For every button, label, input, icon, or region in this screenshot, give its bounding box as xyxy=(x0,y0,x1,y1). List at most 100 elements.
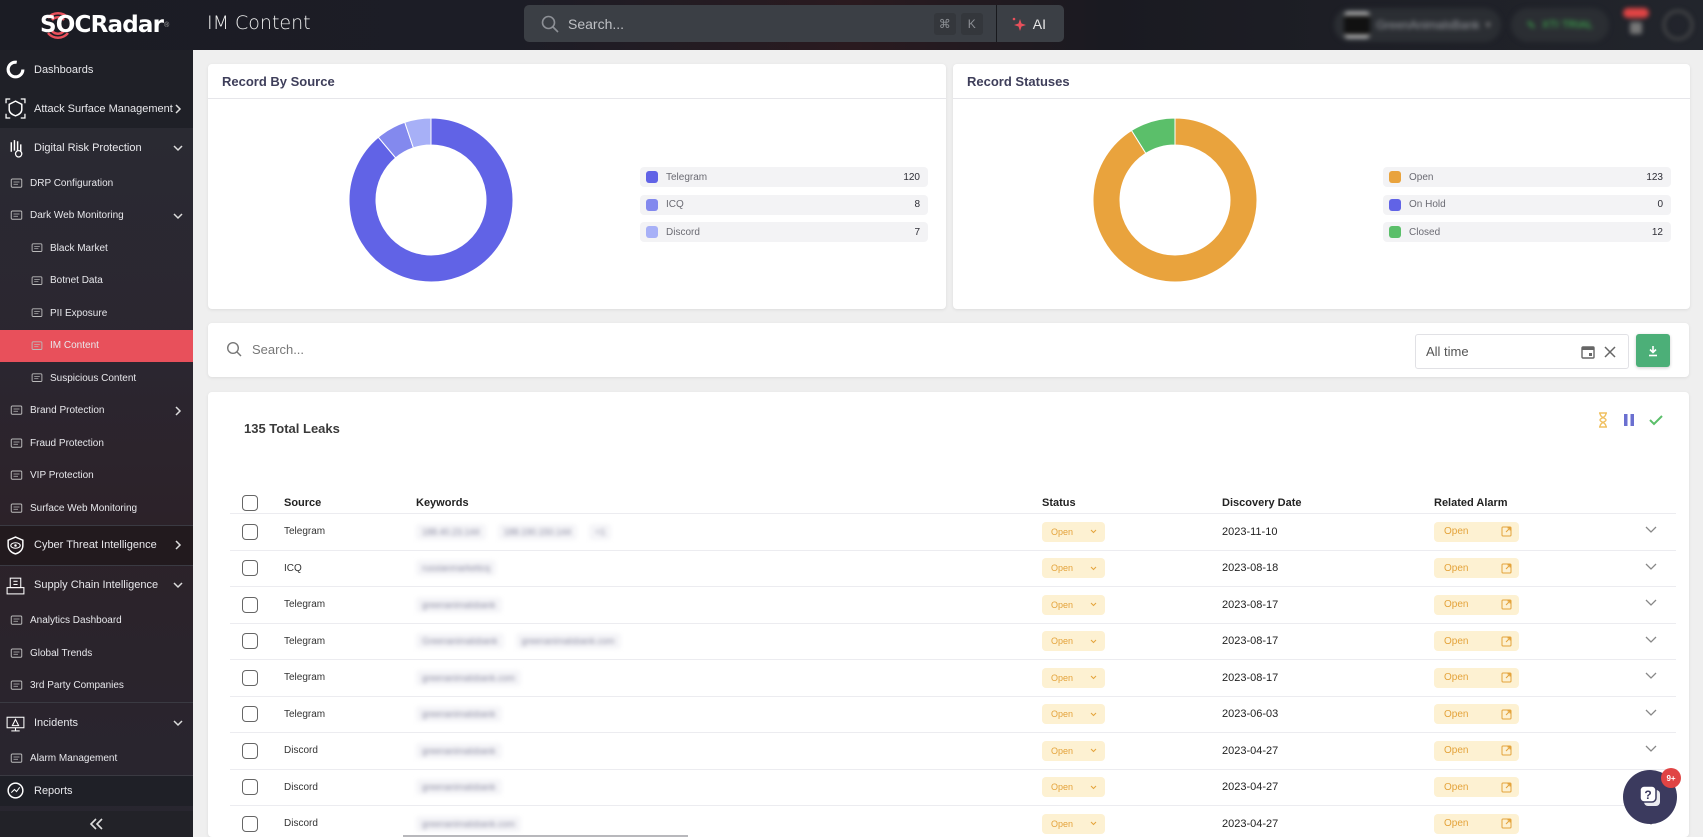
sidebar-item-incidents[interactable]: Incidents xyxy=(0,703,193,742)
related-alarm-link[interactable]: Open xyxy=(1434,521,1519,542)
select-all-checkbox[interactable] xyxy=(242,494,258,511)
status-dropdown[interactable]: Open xyxy=(1042,740,1105,761)
expand-row-button[interactable] xyxy=(1645,745,1657,756)
sidebar-item-supply-chain-intelligence[interactable]: Supply Chain Intelligence xyxy=(0,566,193,605)
trial-badge[interactable]: ✎ XTI TRIAL xyxy=(1510,8,1609,42)
column-related-alarm[interactable]: Related Alarm xyxy=(1434,497,1508,509)
sidebar-item-digital-risk-protection[interactable]: Digital Risk Protection xyxy=(0,128,193,167)
table-row[interactable]: ICQ russianmarketicq Open 2023-08-18 Open xyxy=(230,551,1676,587)
org-selector[interactable]: GreenAnimalsBank ▾ xyxy=(1334,8,1501,42)
sidebar-item-botnet-data[interactable]: Botnet Data xyxy=(0,265,193,298)
related-alarm-link[interactable]: Open xyxy=(1434,813,1519,834)
sidebar-item-suspicious-content[interactable]: Suspicious Content xyxy=(0,362,193,395)
related-alarm-link[interactable]: Open xyxy=(1434,667,1519,688)
row-checkbox[interactable] xyxy=(242,815,258,832)
global-search[interactable]: Search... ⌘ K AI xyxy=(524,5,1064,42)
sidebar-item-drp-configuration[interactable]: DRP Configuration xyxy=(0,167,193,200)
status-dropdown[interactable]: Open xyxy=(1042,667,1105,688)
download-button[interactable] xyxy=(1636,334,1670,367)
sidebar-item-cyber-threat-intelligence[interactable]: Cyber Threat Intelligence xyxy=(0,525,193,565)
column-discovery-date[interactable]: Discovery Date xyxy=(1222,497,1302,509)
check-icon[interactable] xyxy=(1649,414,1663,426)
expand-row-button[interactable] xyxy=(1645,526,1657,537)
column-source[interactable]: Source xyxy=(284,497,321,509)
related-alarm-link[interactable]: Open xyxy=(1434,631,1519,652)
row-checkbox[interactable] xyxy=(242,779,258,796)
status-dropdown[interactable]: Open xyxy=(1042,558,1105,579)
status-dropdown[interactable]: Open xyxy=(1042,631,1105,652)
clear-icon[interactable] xyxy=(1602,344,1618,360)
table-row[interactable]: Discord greenanimalsbank.com Open 2023-04-2… xyxy=(230,806,1676,837)
legend-item[interactable]: Closed 12 xyxy=(1383,222,1671,242)
expand-row-button[interactable] xyxy=(1645,709,1657,720)
notifications-button[interactable] xyxy=(1621,8,1651,40)
sidebar-item-global-trends[interactable]: Global Trends xyxy=(0,637,193,670)
table-search-input[interactable]: Search... xyxy=(252,342,304,357)
related-alarm-link[interactable]: Open xyxy=(1434,740,1519,761)
date-range-picker[interactable]: All time xyxy=(1415,334,1629,369)
legend-item[interactable]: Discord 7 xyxy=(640,222,928,242)
ai-button[interactable]: AI xyxy=(997,5,1064,42)
expand-row-button[interactable] xyxy=(1645,599,1657,610)
status-dropdown[interactable]: Open xyxy=(1042,704,1105,725)
expand-row-button[interactable] xyxy=(1645,636,1657,647)
sidebar-item-attack-surface-management[interactable]: Attack Surface Management xyxy=(0,89,193,128)
related-alarm-link[interactable]: Open xyxy=(1434,558,1519,579)
legend-item[interactable]: Telegram 120 xyxy=(640,167,928,187)
sidebar-item-im-content[interactable]: IM Content xyxy=(0,329,193,362)
table-search[interactable]: Search... xyxy=(226,341,304,357)
sidebar-item-brand-protection[interactable]: Brand Protection xyxy=(0,395,193,428)
collapse-sidebar-button[interactable] xyxy=(0,811,193,837)
legend-item[interactable]: Open 123 xyxy=(1383,167,1671,187)
hourglass-icon[interactable] xyxy=(1597,412,1609,428)
expand-row-button[interactable] xyxy=(1645,563,1657,574)
help-button[interactable]: ? 9+ xyxy=(1623,768,1681,824)
reports-icon xyxy=(7,782,24,799)
logo-text: SOCRadar xyxy=(40,12,164,38)
chevron-down-icon xyxy=(1090,785,1097,789)
sidebar-item-analytics-dashboard[interactable]: Analytics Dashboard xyxy=(0,605,193,638)
user-avatar[interactable] xyxy=(1663,10,1693,40)
calendar-icon[interactable] xyxy=(1580,344,1596,360)
row-checkbox[interactable] xyxy=(242,633,258,650)
expand-row-button[interactable] xyxy=(1645,672,1657,683)
row-checkbox[interactable] xyxy=(242,523,258,540)
socradar-logo[interactable]: SOCRadar ® xyxy=(40,8,169,42)
related-alarm-link[interactable]: Open xyxy=(1434,594,1519,615)
sidebar-item-black-market[interactable]: Black Market xyxy=(0,232,193,265)
column-keywords[interactable]: Keywords xyxy=(416,497,469,509)
status-dropdown[interactable]: Open xyxy=(1042,813,1105,834)
row-checkbox[interactable] xyxy=(242,560,258,577)
row-checkbox[interactable] xyxy=(242,706,258,723)
legend-item[interactable]: On Hold 0 xyxy=(1383,194,1671,215)
sidebar-item-3rd-party-companies[interactable]: 3rd Party Companies xyxy=(0,670,193,703)
sidebar-item-alarm-management[interactable]: Alarm Management xyxy=(0,742,193,775)
table-row[interactable]: Telegram greenanimalsbank Open 2023-06-03 Op… xyxy=(230,697,1676,733)
column-status[interactable]: Status xyxy=(1042,497,1076,509)
sidebar-item-vip-protection[interactable]: VIP Protection xyxy=(0,460,193,493)
table-row[interactable]: Telegram greenanimalsbank Open 2023-08-17 Op… xyxy=(230,587,1676,624)
sidebar-item-surface-web-monitoring[interactable]: Surface Web Monitoring xyxy=(0,492,193,525)
sidebar-item-dark-web-monitoring[interactable]: Dark Web Monitoring xyxy=(0,200,193,233)
status-dropdown[interactable]: Open xyxy=(1042,777,1105,798)
row-checkbox[interactable] xyxy=(242,742,258,759)
sidebar-item-fraud-protection[interactable]: Fraud Protection xyxy=(0,427,193,460)
related-alarm-link[interactable]: Open xyxy=(1434,704,1519,725)
status-dropdown[interactable]: Open xyxy=(1042,521,1105,542)
table-row[interactable]: Telegram 188.40.23.144 188.190.150.144 +1 Op… xyxy=(230,514,1676,551)
global-search-input[interactable]: Search... xyxy=(568,16,934,32)
table-row[interactable]: Discord greenanimalsbank Open 2023-04-27 Ope… xyxy=(230,733,1676,770)
row-checkbox[interactable] xyxy=(242,669,258,686)
pause-icon[interactable] xyxy=(1623,413,1635,427)
legend-item[interactable]: ICQ 8 xyxy=(640,194,928,215)
status-dropdown[interactable]: Open xyxy=(1042,594,1105,615)
related-alarm-link[interactable]: Open xyxy=(1434,777,1519,798)
sidebar-item-reports[interactable]: Reports xyxy=(0,775,193,806)
row-checkbox[interactable] xyxy=(242,596,258,613)
table-row[interactable]: Telegram Greenanimalsbank greenanimalsbank… xyxy=(230,624,1676,660)
table-row[interactable]: Discord greenanimalsbank Open 2023-04-27 Ope… xyxy=(230,770,1676,806)
sidebar-item-pii-exposure[interactable]: PII Exposure xyxy=(0,297,193,330)
status-value: Open xyxy=(1051,526,1074,537)
sidebar-item-dashboards[interactable]: Dashboards xyxy=(0,50,193,89)
table-row[interactable]: Telegram greenanimalsbank.com Open 2023-08-… xyxy=(230,660,1676,697)
